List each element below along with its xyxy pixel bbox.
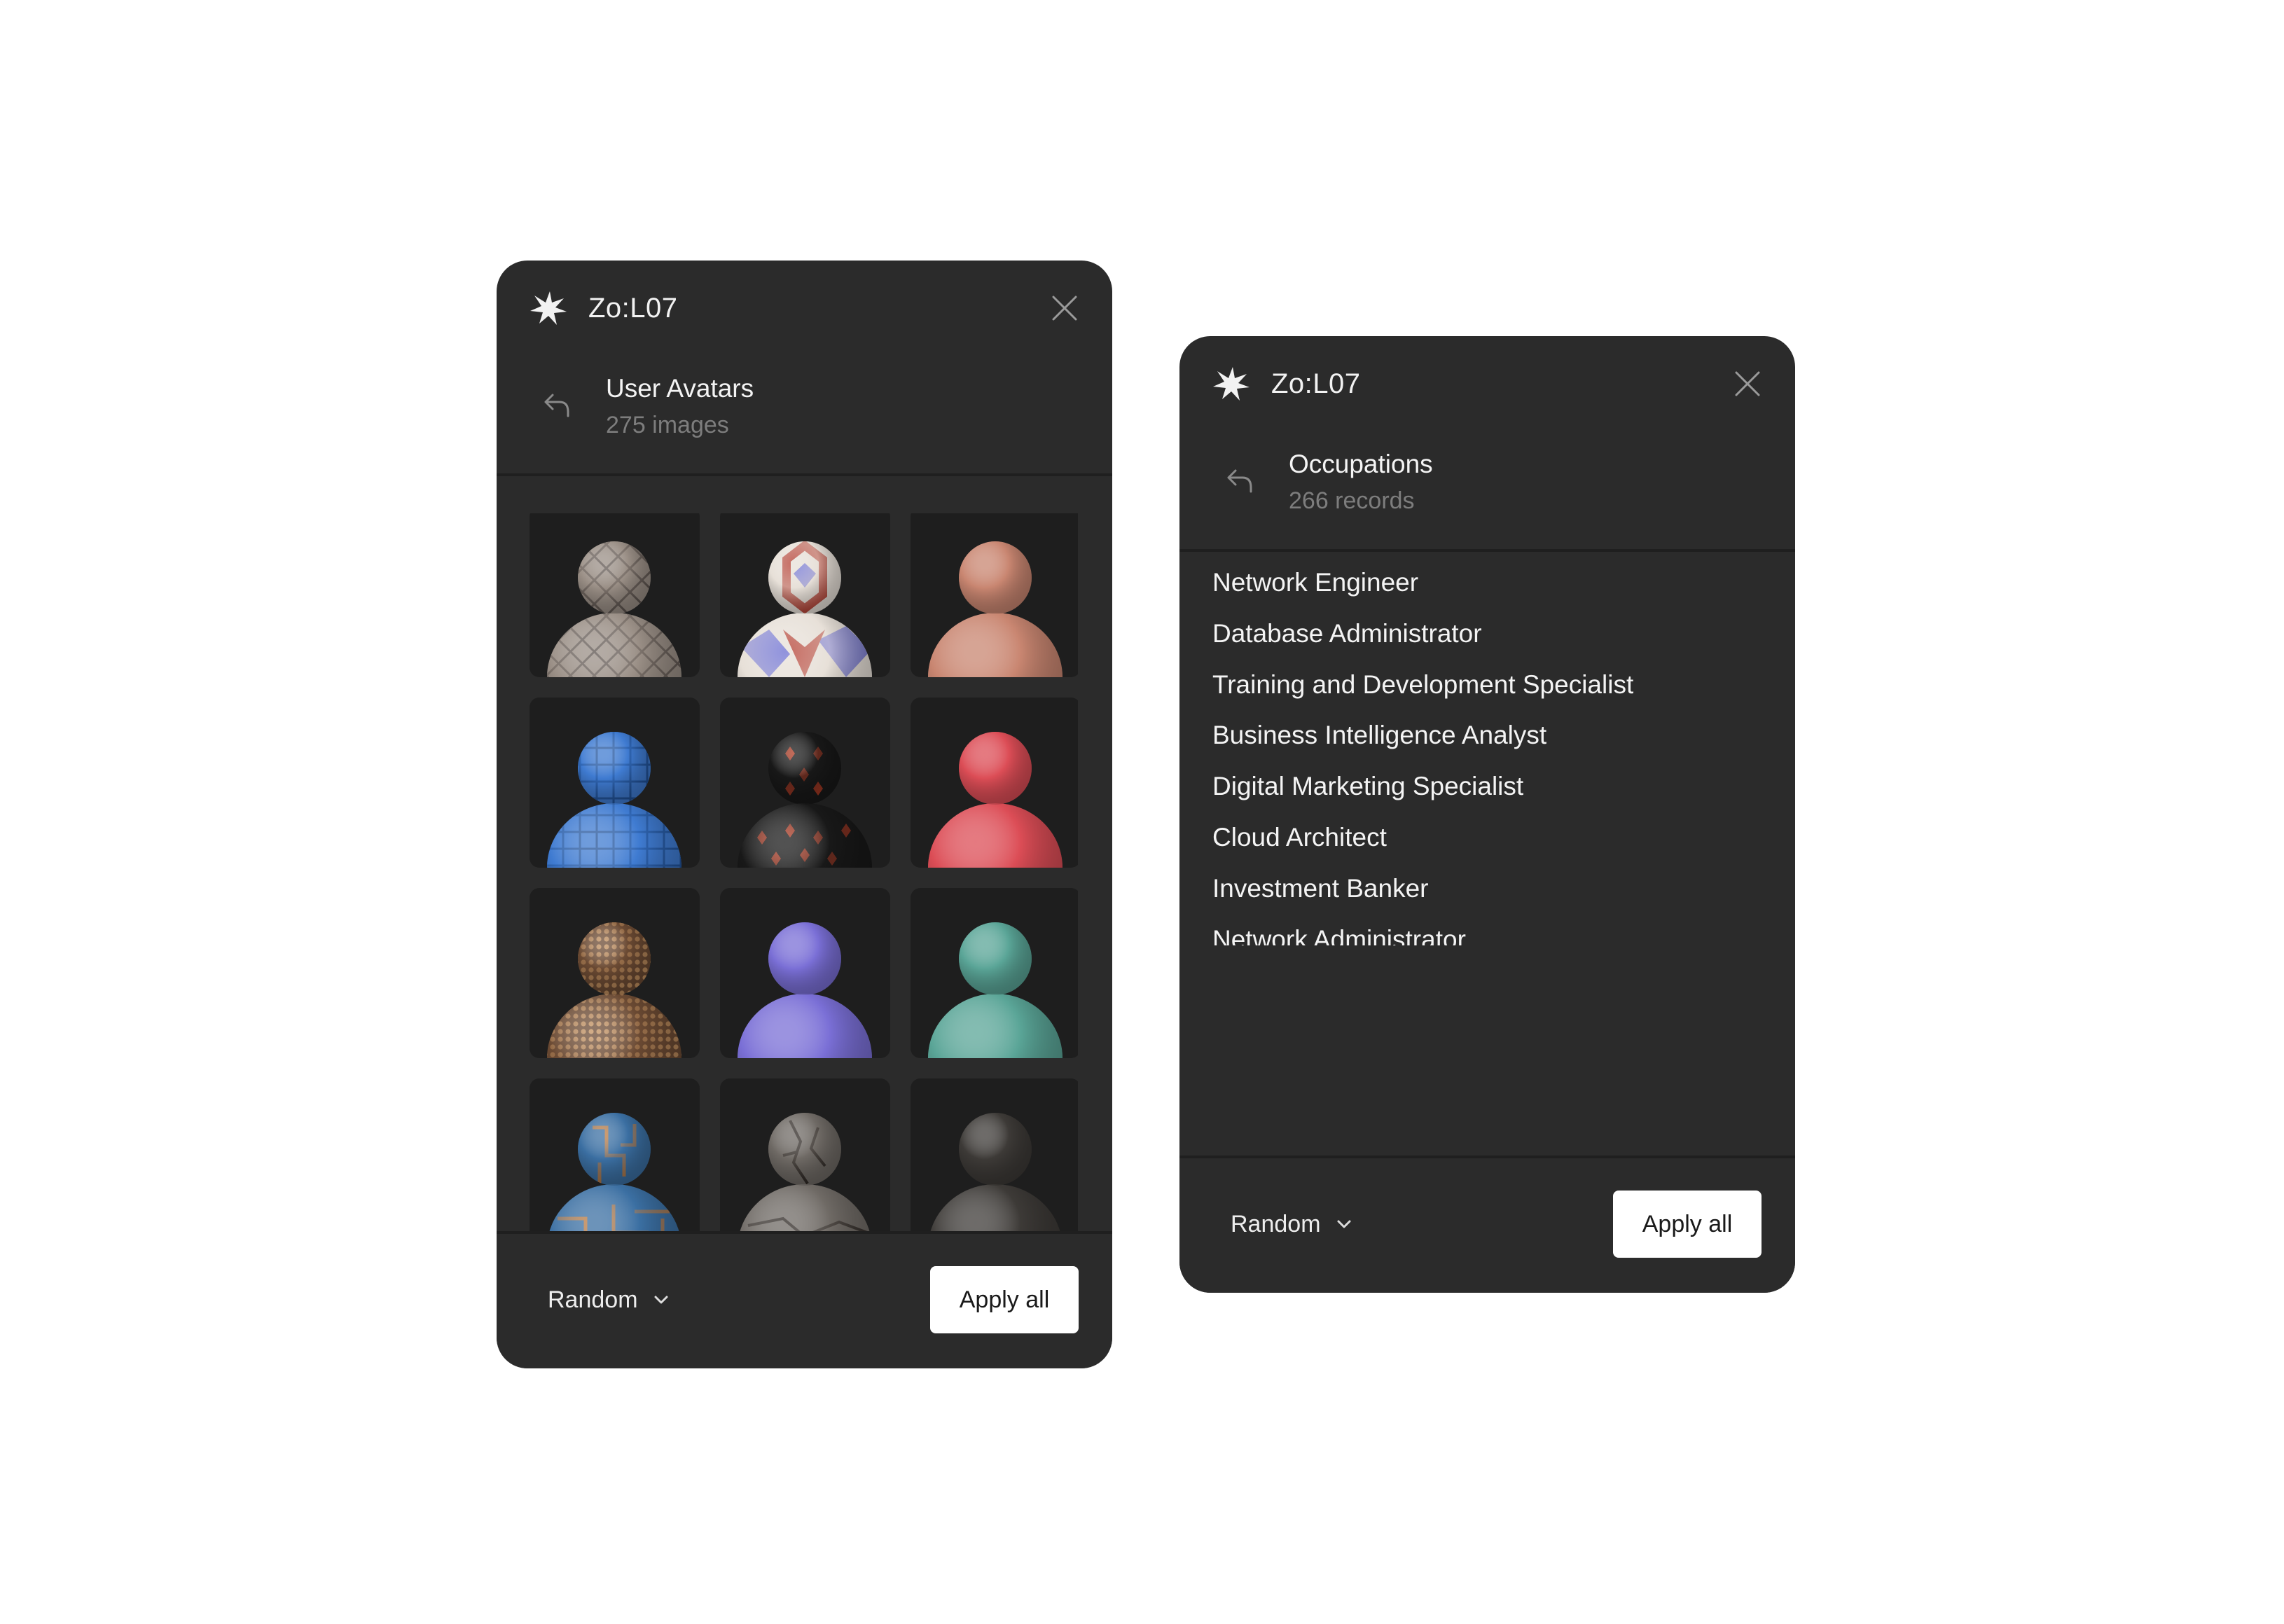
back-arrow-icon[interactable]: [1223, 464, 1257, 497]
bronze-mesh-avatar: [547, 922, 681, 1058]
section-header: Occupations 266 records: [1179, 430, 1795, 552]
occupations-panel: Zo:L07 Occupations 266 records Network E…: [1179, 336, 1795, 1293]
avatar-tile[interactable]: [530, 513, 700, 677]
zo-logo-icon: [1213, 367, 1250, 401]
title-bar: Zo:L07: [497, 261, 1112, 354]
avatar-tile[interactable]: [720, 888, 890, 1058]
section-title: User Avatars: [606, 374, 754, 403]
list-item[interactable]: Business Intelligence Analyst: [1212, 719, 1546, 752]
footer: Random Apply all: [1179, 1155, 1795, 1293]
dark-stone-avatar: [929, 1113, 1061, 1234]
gray-cracked-avatar: [739, 1113, 871, 1234]
section-title: Occupations: [1289, 450, 1433, 478]
chevron-down-icon: [1337, 1220, 1351, 1228]
random-dropdown[interactable]: Random: [1231, 1205, 1352, 1244]
black-red-leaf-avatar: [738, 732, 872, 868]
list-item[interactable]: Training and Development Specialist: [1212, 668, 1633, 702]
list-item[interactable]: Network Engineer: [1212, 566, 1418, 599]
peach-avatar: [928, 541, 1063, 677]
list-item[interactable]: Digital Marketing Specialist: [1212, 770, 1523, 803]
list-item[interactable]: Cloud Architect: [1212, 821, 1387, 854]
avatar-tile[interactable]: [530, 698, 700, 868]
avatar-tile[interactable]: [911, 888, 1078, 1058]
apply-all-button[interactable]: Apply all: [1613, 1191, 1762, 1258]
footer: Random Apply all: [497, 1231, 1112, 1368]
close-icon[interactable]: [1733, 370, 1762, 398]
teal-avatar: [928, 922, 1063, 1058]
random-label: Random: [1231, 1211, 1321, 1237]
section-count: 275 images: [606, 412, 729, 438]
avatar-tile[interactable]: [530, 1078, 700, 1234]
random-label: Random: [548, 1286, 638, 1313]
blue-copper-avatar: [548, 1113, 680, 1234]
avatars-panel: Zo:L07 User Avatars 275 images Random Ap…: [497, 261, 1112, 1368]
avatar-tile[interactable]: [911, 513, 1078, 677]
avatar-tile[interactable]: [911, 1078, 1078, 1234]
avatar-tile[interactable]: [720, 513, 890, 677]
apply-all-button[interactable]: Apply all: [930, 1266, 1079, 1333]
app-title: Zo:L07: [1271, 368, 1361, 399]
list-item[interactable]: Investment Banker: [1212, 872, 1428, 905]
avatar-tile[interactable]: [720, 1078, 890, 1234]
avatar-tile[interactable]: [530, 888, 700, 1058]
section-count: 266 records: [1289, 487, 1415, 514]
random-dropdown[interactable]: Random: [548, 1280, 669, 1319]
purple-avatar: [738, 922, 872, 1058]
zo-logo-icon: [530, 291, 567, 325]
avatar-tile[interactable]: [911, 698, 1078, 868]
close-icon[interactable]: [1051, 294, 1079, 322]
back-arrow-icon[interactable]: [540, 388, 574, 422]
red-avatar: [928, 732, 1063, 868]
title-bar: Zo:L07: [1179, 336, 1795, 430]
silver-diamond-avatar: [547, 541, 681, 677]
section-header: User Avatars 275 images: [497, 354, 1112, 476]
app-title: Zo:L07: [588, 293, 678, 324]
occupation-list: Network Engineer Database Administrator Tr…: [1179, 552, 1795, 945]
list-item[interactable]: Database Administrator: [1212, 617, 1482, 651]
avatar-tile[interactable]: [720, 698, 890, 868]
patterned-red-blue-avatar: [738, 541, 872, 677]
blue-grid-avatar: [547, 732, 681, 868]
list-item[interactable]: Network Administrator: [1212, 923, 1466, 945]
chevron-down-icon: [654, 1296, 668, 1304]
avatar-grid: [530, 513, 1078, 1234]
